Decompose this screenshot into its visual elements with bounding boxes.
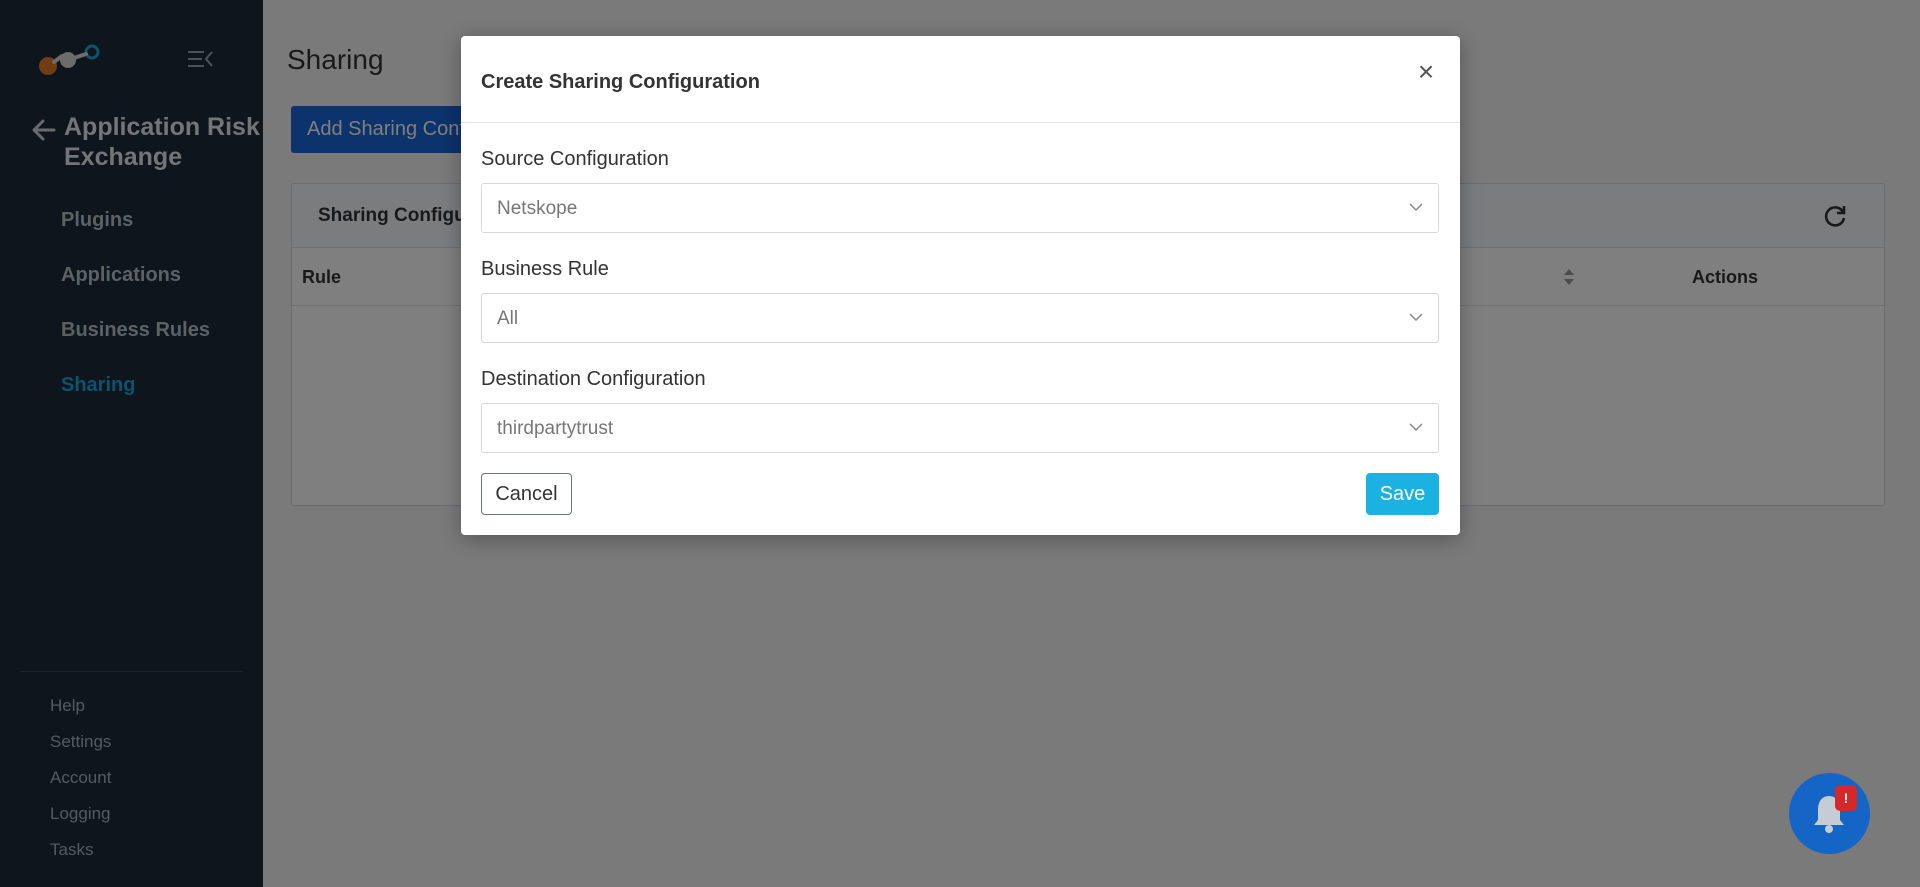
cancel-button[interactable]: Cancel bbox=[481, 473, 572, 515]
source-configuration-value: Netskope bbox=[497, 198, 578, 219]
save-button[interactable]: Save bbox=[1366, 473, 1439, 515]
create-sharing-configuration-dialog: Create Sharing Configuration × Source Co… bbox=[461, 36, 1460, 535]
chevron-down-icon bbox=[1409, 423, 1423, 432]
chevron-down-icon bbox=[1409, 313, 1423, 322]
notification-button[interactable]: ! bbox=[1789, 773, 1870, 854]
business-rule-select[interactable]: All bbox=[481, 293, 1439, 343]
notification-badge: ! bbox=[1835, 785, 1857, 811]
business-rule-label: Business Rule bbox=[481, 258, 609, 280]
source-configuration-select[interactable]: Netskope bbox=[481, 183, 1439, 233]
destination-configuration-label: Destination Configuration bbox=[481, 368, 706, 390]
business-rule-value: All bbox=[497, 308, 519, 329]
destination-configuration-value: thirdpartytrust bbox=[497, 418, 614, 439]
modal-header: Create Sharing Configuration × bbox=[461, 36, 1460, 123]
chevron-down-icon bbox=[1409, 203, 1423, 212]
destination-configuration-select[interactable]: thirdpartytrust bbox=[481, 403, 1439, 453]
modal-title: Create Sharing Configuration bbox=[481, 71, 760, 93]
close-icon[interactable]: × bbox=[1414, 58, 1438, 86]
source-configuration-label: Source Configuration bbox=[481, 148, 669, 170]
